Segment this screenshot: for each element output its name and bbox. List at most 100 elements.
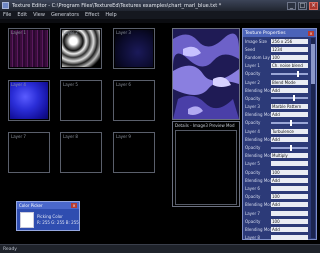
menu-effect[interactable]: Effect [82,12,102,18]
app-icon [2,2,9,9]
properties-title: Texture Properties [245,30,286,36]
layer-thumbnail [10,30,48,67]
property-value-field[interactable] [271,210,308,216]
property-label: Layer 2 [245,79,260,85]
texture-preview[interactable] [172,28,240,120]
layer-label: Layer 2 [63,30,78,35]
detail-viewport[interactable] [175,130,237,205]
property-value-field[interactable] [271,161,308,167]
opacity-slider[interactable] [271,95,308,102]
property-value-field[interactable]: 256 x 256 [271,38,308,44]
property-value-field[interactable]: Blend Mode [271,79,308,85]
property-value-field[interactable]: 100 [271,194,308,200]
property-value-field[interactable]: Add [271,112,308,118]
layer-label: Layer 5 [63,82,78,87]
color-picker-close-button[interactable]: × [71,203,77,208]
property-value-field[interactable]: 100 [271,54,308,60]
property-row: Layer 6 [243,184,310,192]
property-value-field[interactable] [271,185,308,191]
property-value-field[interactable]: Add [271,136,308,142]
layer-thumbnail [10,82,48,119]
layer-tile-1[interactable]: Layer 1 [8,28,50,69]
slider-thumb[interactable] [289,119,292,126]
window-title: Texture Editor - C:\Program Files\Textur… [12,2,222,9]
property-label: Opacity [245,169,261,175]
property-label: Blending Mode [245,87,271,93]
status-bar: Ready [0,244,320,253]
layer-thumbnail [115,30,153,67]
menu-file[interactable]: File [0,12,14,18]
property-row: Opacity [243,119,310,127]
toolbar-strip [0,19,320,23]
property-row: Opacity 100 [243,168,310,176]
property-row: Layer 2 Blend Mode [243,78,310,86]
color-picker-rgb: R: 255 G: 255 B: 255 [37,220,79,225]
color-picker-window: Color Picker × Picking Color R: 255 G: 2… [16,201,80,231]
property-value-field[interactable]: 100 [271,169,308,175]
property-row: Layer 4 Turbulence [243,127,310,135]
property-row: Image Size 256 x 256 [243,37,310,45]
texture-properties-panel: Texture Properties × Image Size 256 x 256… [242,28,317,241]
layer-tile-2[interactable]: Layer 2 [60,28,102,69]
property-row: Layer 1 Ch. noise blend [243,62,310,70]
layer-label: Layer 9 [116,134,131,139]
property-label: Blending Mode [245,136,271,142]
opacity-slider[interactable] [271,70,308,77]
slider-thumb[interactable] [293,95,296,102]
status-text: Ready [3,246,17,252]
slider-thumb[interactable] [289,144,292,151]
property-row: Opacity 100 [243,217,310,225]
property-value-field[interactable]: Add [271,177,308,183]
property-value-field[interactable]: 100 [271,218,308,224]
property-value-field[interactable]: Ch. noise blend [271,63,308,69]
layer-tile-3[interactable]: Layer 3 [113,28,155,69]
color-picker-status: Picking Color [37,214,63,219]
property-value-field[interactable]: Add [271,87,308,93]
layer-tile-5[interactable]: Layer 5 [60,80,102,121]
title-bar: Texture Editor - C:\Program Files\Textur… [0,0,320,11]
property-value-field[interactable]: Add [271,202,308,208]
property-label: Layer 7 [245,210,260,216]
menu-view[interactable]: View [30,12,48,18]
property-label: Layer 4 [245,128,260,134]
property-label: Blending Mode [245,226,271,232]
slider-thumb[interactable] [296,70,299,77]
property-row: Blending ModeAdd [243,86,310,94]
property-value-field[interactable] [271,235,308,241]
property-row: Layer 5 [243,160,310,168]
close-button[interactable]: × [309,1,318,10]
color-picker-header: Color Picker × [17,202,79,209]
menu-edit[interactable]: Edit [14,12,30,18]
property-value-field[interactable]: Add [271,226,308,232]
property-row: Opacity [243,70,310,78]
property-label: Blending Mode [245,112,271,118]
property-row: Opacity [243,94,310,102]
property-label: Layer 1 [245,63,260,69]
property-label: Layer 8 [245,235,260,241]
layer-tile-9[interactable]: Layer 9 [113,132,155,173]
maximize-button[interactable]: □ [298,1,307,10]
texture-preview-image [173,29,239,119]
layer-tile-8[interactable]: Layer 8 [60,132,102,173]
property-value-field[interactable]: Turbulence [271,128,308,134]
minimize-button[interactable]: _ [287,1,296,10]
property-row: Blending ModeAdd [243,225,310,233]
menu-help[interactable]: Help [102,12,119,18]
opacity-slider[interactable] [271,119,308,126]
property-value-field[interactable]: Marble Pattern [271,104,308,110]
property-value-field[interactable]: Multiply [271,153,308,159]
color-picker-title: Color Picker [19,203,43,208]
property-label: Layer 5 [245,161,260,167]
layer-tile-4[interactable]: Layer 4 [8,80,50,121]
properties-close-button[interactable]: × [308,30,314,36]
property-label: Blending Mode [245,177,271,183]
opacity-slider[interactable] [271,144,308,151]
property-value-field[interactable]: 1234 [271,46,308,52]
scrollbar-thumb[interactable] [311,44,315,84]
layer-tile-6[interactable]: Layer 6 [113,80,155,121]
color-swatch[interactable] [20,212,34,228]
menu-generators[interactable]: Generators [48,12,82,18]
property-row: Blending ModeMultiply [243,152,310,160]
layer-tile-7[interactable]: Layer 7 [8,132,50,173]
properties-scrollbar[interactable] [311,38,315,238]
